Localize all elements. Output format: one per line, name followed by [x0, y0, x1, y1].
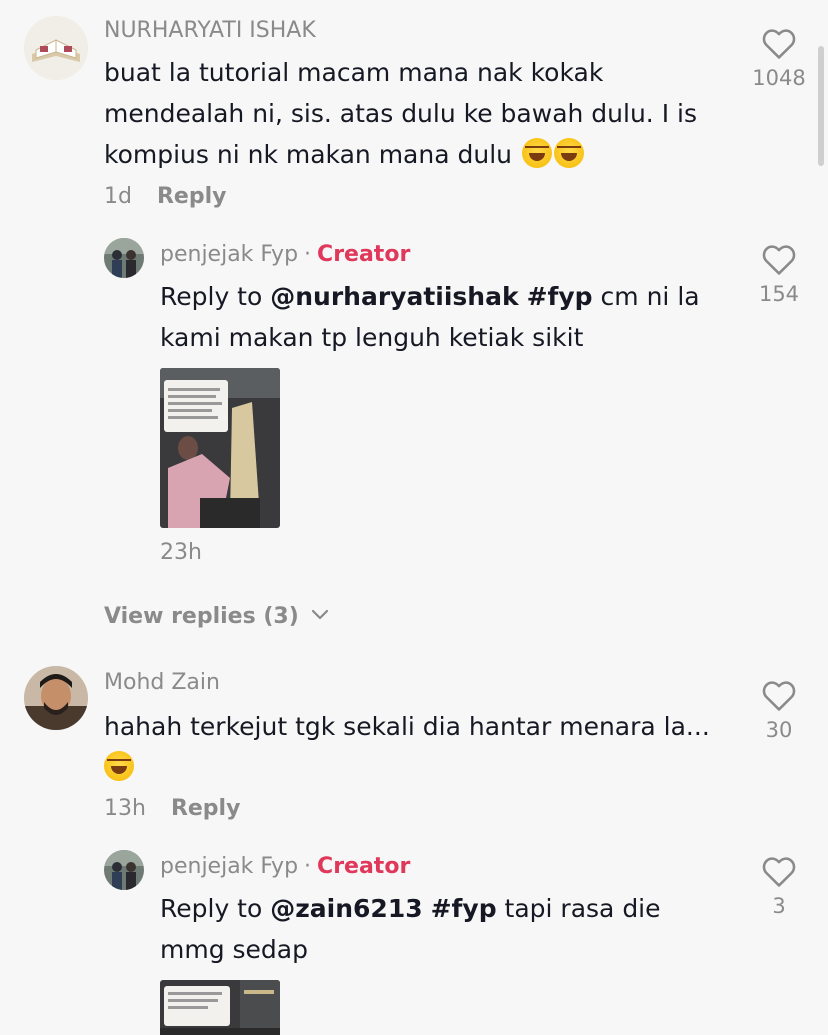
like-button[interactable]: 3: [744, 856, 814, 918]
timestamp: 23h: [160, 540, 202, 565]
heart-icon: [762, 29, 796, 59]
commenter-name-text[interactable]: Mohd Zain: [104, 670, 220, 695]
mention-link[interactable]: @nurharyatiishak: [270, 282, 518, 311]
comment-body: hahah terkejut tgk sekali dia hantar men…: [104, 712, 710, 741]
reply-button[interactable]: Reply: [171, 796, 241, 821]
group-photo-avatar-icon: [104, 238, 144, 278]
quran-book-avatar-icon: [24, 16, 88, 80]
like-button[interactable]: 1048: [744, 28, 814, 90]
comment-meta: 13h Reply: [104, 796, 240, 821]
creator-name-text[interactable]: penjejak Fyp: [160, 854, 298, 879]
like-count: 154: [758, 282, 800, 306]
view-replies-label[interactable]: View replies (3): [104, 604, 299, 629]
scrollbar[interactable]: [818, 46, 824, 166]
separator-dot: ·: [304, 242, 312, 267]
tears-of-joy-icon: [553, 138, 584, 168]
commenter-name[interactable]: Mohd Zain: [104, 670, 220, 695]
like-count: 30: [765, 718, 793, 742]
chevron-down-icon: [312, 609, 329, 620]
heart-icon: [762, 245, 796, 275]
view-replies-button[interactable]: View replies (3): [104, 604, 330, 629]
like-button[interactable]: 154: [744, 244, 814, 306]
video-reply-thumbnail[interactable]: [160, 368, 280, 528]
reply-button[interactable]: Reply: [157, 184, 227, 209]
comment-text: hahah terkejut tgk sekali dia hantar men…: [104, 706, 734, 788]
avatar[interactable]: [24, 16, 88, 80]
heart-icon: [762, 681, 796, 711]
creator-badge: Creator: [317, 242, 411, 267]
man-portrait-avatar-icon: [24, 666, 88, 730]
commenter-name-text[interactable]: NURHARYATI ISHAK: [104, 18, 316, 43]
heart-icon: [762, 857, 796, 887]
video-reply-thumbnail[interactable]: [160, 980, 280, 1035]
separator-dot: ·: [304, 854, 312, 879]
timestamp: 13h: [104, 796, 146, 821]
timestamp: 1d: [104, 184, 132, 209]
avatar[interactable]: [104, 850, 144, 890]
video-thumbnail-image: [160, 368, 280, 528]
reply-prefix: Reply to: [160, 282, 263, 311]
comment-body: buat la tutorial macam mana nak kokak me…: [104, 58, 697, 169]
creator-name-text[interactable]: penjejak Fyp: [160, 242, 298, 267]
creator-name[interactable]: penjejak Fyp · Creator: [160, 854, 410, 879]
mention-link[interactable]: @zain6213: [270, 894, 422, 923]
avatar[interactable]: [104, 238, 144, 278]
reply-text: Reply to @zain6213 #fyp tapi rasa die mm…: [160, 888, 700, 970]
like-count: 3: [772, 894, 786, 918]
avatar[interactable]: [24, 666, 88, 730]
group-photo-avatar-icon: [104, 850, 144, 890]
tears-of-joy-icon: [521, 138, 552, 168]
comments-panel: NURHARYATI ISHAK buat la tutorial macam …: [0, 0, 828, 1035]
like-button[interactable]: 30: [744, 680, 814, 742]
tears-of-joy-icon: [104, 751, 134, 781]
like-count: 1048: [752, 66, 806, 90]
comment-meta: 1d Reply: [104, 184, 226, 209]
creator-name[interactable]: penjejak Fyp · Creator: [160, 242, 410, 267]
creator-badge: Creator: [317, 854, 411, 879]
reply-prefix: Reply to: [160, 894, 263, 923]
hashtag-link[interactable]: #fyp: [527, 282, 593, 311]
hashtag-link[interactable]: #fyp: [431, 894, 497, 923]
commenter-name[interactable]: NURHARYATI ISHAK: [104, 18, 316, 43]
comment-text: buat la tutorial macam mana nak kokak me…: [104, 52, 734, 175]
reply-text: Reply to @nurharyatiishak #fyp cm ni la …: [160, 276, 730, 358]
video-thumbnail-image: [160, 980, 280, 1035]
reply-meta: 23h: [160, 540, 202, 565]
